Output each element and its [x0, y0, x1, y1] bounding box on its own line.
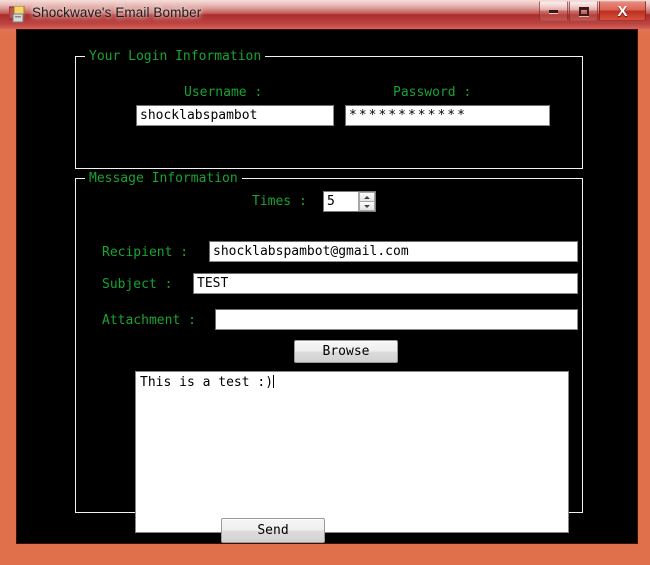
titlebar[interactable]: Shockwave's Email Bomber X [0, 0, 650, 29]
password-label: Password : [393, 85, 472, 100]
app-icon [9, 6, 25, 23]
attachment-input[interactable] [215, 309, 578, 330]
chevron-up-icon [364, 195, 370, 199]
username-label: Username : [184, 85, 263, 100]
browse-button[interactable]: Browse [294, 340, 398, 363]
attachment-label: Attachment : [102, 313, 196, 328]
close-button[interactable]: X [599, 1, 646, 21]
times-value[interactable]: 5 [324, 192, 358, 211]
minimize-button[interactable] [539, 1, 568, 21]
client-area: Your Login Information Username : Passwo… [16, 29, 638, 544]
recipient-input[interactable]: shocklabspambot@gmail.com [209, 241, 578, 262]
maximize-icon [570, 2, 597, 20]
window-frame: Shockwave's Email Bomber X Your Login In… [0, 0, 650, 565]
maximize-button[interactable] [569, 1, 598, 21]
subject-label: Subject : [102, 277, 173, 292]
message-body-textarea[interactable]: This is a test :) [135, 371, 569, 533]
window-controls: X [538, 1, 646, 23]
text-caret [273, 375, 275, 388]
login-information-group: Your Login Information Username : Passwo… [75, 49, 583, 169]
chevron-down-icon [364, 204, 370, 208]
username-input[interactable]: shocklabspambot [136, 105, 334, 126]
subject-input[interactable]: TEST [193, 273, 578, 294]
window-title: Shockwave's Email Bomber [32, 5, 202, 20]
message-group-legend: Message Information [85, 171, 242, 186]
recipient-label: Recipient : [102, 245, 189, 260]
password-input[interactable]: ************ [345, 105, 550, 126]
times-label: Times : [252, 194, 307, 209]
message-information-group: Message Information Times : 5 Recipient … [75, 171, 583, 533]
send-button[interactable]: Send [221, 518, 325, 543]
minimize-icon [540, 2, 567, 20]
times-increment-button[interactable] [359, 192, 375, 201]
login-group-legend: Your Login Information [85, 49, 266, 64]
message-body-text: This is a test :) [140, 375, 274, 390]
times-spin-buttons [358, 192, 375, 211]
times-stepper[interactable]: 5 [323, 191, 376, 212]
close-icon: X [617, 2, 628, 20]
times-decrement-button[interactable] [359, 201, 375, 211]
